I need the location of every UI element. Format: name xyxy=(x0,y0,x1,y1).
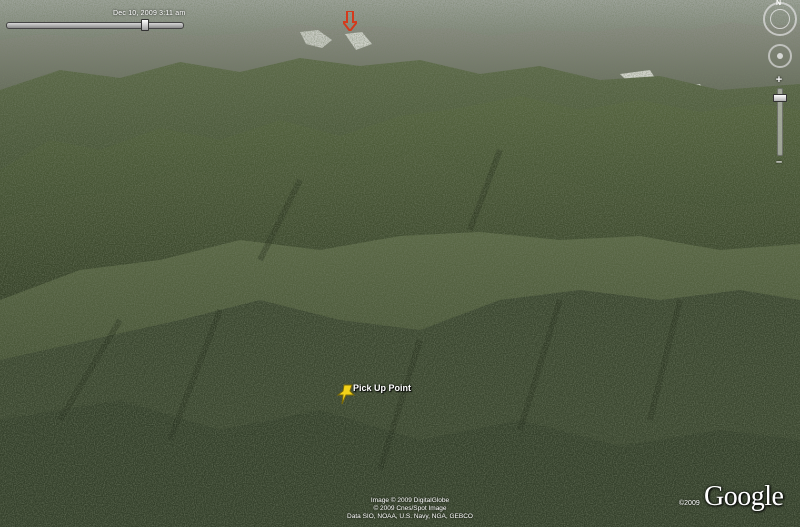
imagery-attribution: Image © 2009 DigitalGlobe © 2009 Cnes/Sp… xyxy=(300,497,520,521)
google-logo: Google xyxy=(704,481,784,512)
time-slider-date-label: Dec 10, 2009 3:11 am xyxy=(113,10,186,17)
placemark-label[interactable]: Pick Up Point xyxy=(353,383,411,393)
zoom-out-button[interactable]: – xyxy=(772,156,786,168)
attribution-line: Data SIO, NOAA, U.S. Navy, NGA, GEBCO xyxy=(347,513,473,520)
hand-icon xyxy=(777,53,783,59)
time-slider[interactable]: Dec 10, 2009 3:11 am xyxy=(0,10,190,32)
move-joystick[interactable] xyxy=(768,44,792,68)
attribution-line: © 2009 Cnes/Spot Image xyxy=(373,505,447,512)
time-slider-track[interactable] xyxy=(6,22,184,29)
terrain-imagery[interactable] xyxy=(0,0,800,527)
forest-texture xyxy=(0,0,800,527)
zoom-slider-handle[interactable] xyxy=(773,94,787,102)
map-viewport[interactable]: Dec 10, 2009 3:11 am Pick Up Point N + –… xyxy=(0,0,800,527)
navigation-controls[interactable]: N + – xyxy=(758,0,800,180)
logo-copyright: ©2009 xyxy=(679,500,700,507)
compass-north-label: N xyxy=(776,0,782,7)
attribution-line: Image © 2009 DigitalGlobe xyxy=(370,497,450,504)
zoom-in-button[interactable]: + xyxy=(772,74,786,86)
time-slider-handle[interactable] xyxy=(141,19,149,31)
down-arrow-icon xyxy=(343,11,357,31)
look-joystick[interactable] xyxy=(770,9,790,29)
